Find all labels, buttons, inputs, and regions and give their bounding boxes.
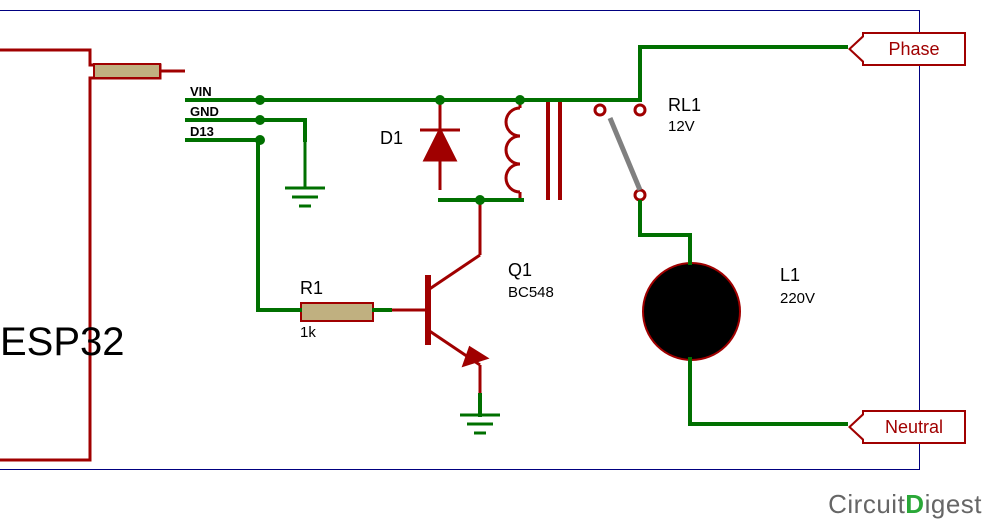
wire: [688, 233, 692, 265]
value-q1: BC548: [508, 284, 554, 301]
designator-rl1: RL1: [668, 95, 701, 116]
wire: [303, 118, 307, 142]
value-rl1: 12V: [668, 118, 695, 135]
terminal-phase: Phase: [862, 32, 966, 66]
module-name: ESP32: [0, 320, 125, 365]
watermark-part2: D: [905, 489, 924, 519]
watermark-part3: igest: [925, 489, 982, 519]
value-l1: 220V: [780, 290, 815, 307]
watermark: CircuitDigest: [828, 489, 982, 520]
junction: [255, 115, 265, 125]
terminal-phase-label: Phase: [888, 39, 939, 60]
junction: [475, 195, 485, 205]
terminal-neutral: Neutral: [862, 410, 966, 444]
pin-label-vin: VIN: [190, 84, 212, 99]
wire: [185, 98, 641, 102]
wire: [638, 200, 642, 237]
designator-d1: D1: [380, 128, 403, 149]
resistor-r1: [300, 302, 374, 322]
value-r1: 1k: [300, 324, 316, 341]
wire: [256, 138, 260, 312]
wire: [688, 422, 848, 426]
pin-label-d13: D13: [190, 124, 214, 139]
wire: [256, 308, 302, 312]
designator-r1: R1: [300, 278, 323, 299]
wire: [638, 233, 692, 237]
lamp-l1: [642, 262, 741, 361]
junction: [255, 135, 265, 145]
wire: [372, 308, 392, 312]
schematic-frame: [0, 10, 920, 470]
wire: [638, 45, 642, 102]
wire: [638, 45, 848, 49]
designator-l1: L1: [780, 265, 800, 286]
wire: [688, 357, 692, 426]
terminal-neutral-label: Neutral: [885, 417, 943, 438]
wire: [478, 393, 482, 417]
esp-header-component: [93, 63, 161, 79]
junction: [515, 95, 525, 105]
pin-label-gnd: GND: [190, 104, 219, 119]
junction: [435, 95, 445, 105]
designator-q1: Q1: [508, 260, 532, 281]
junction: [255, 95, 265, 105]
watermark-part1: Circuit: [828, 489, 905, 519]
